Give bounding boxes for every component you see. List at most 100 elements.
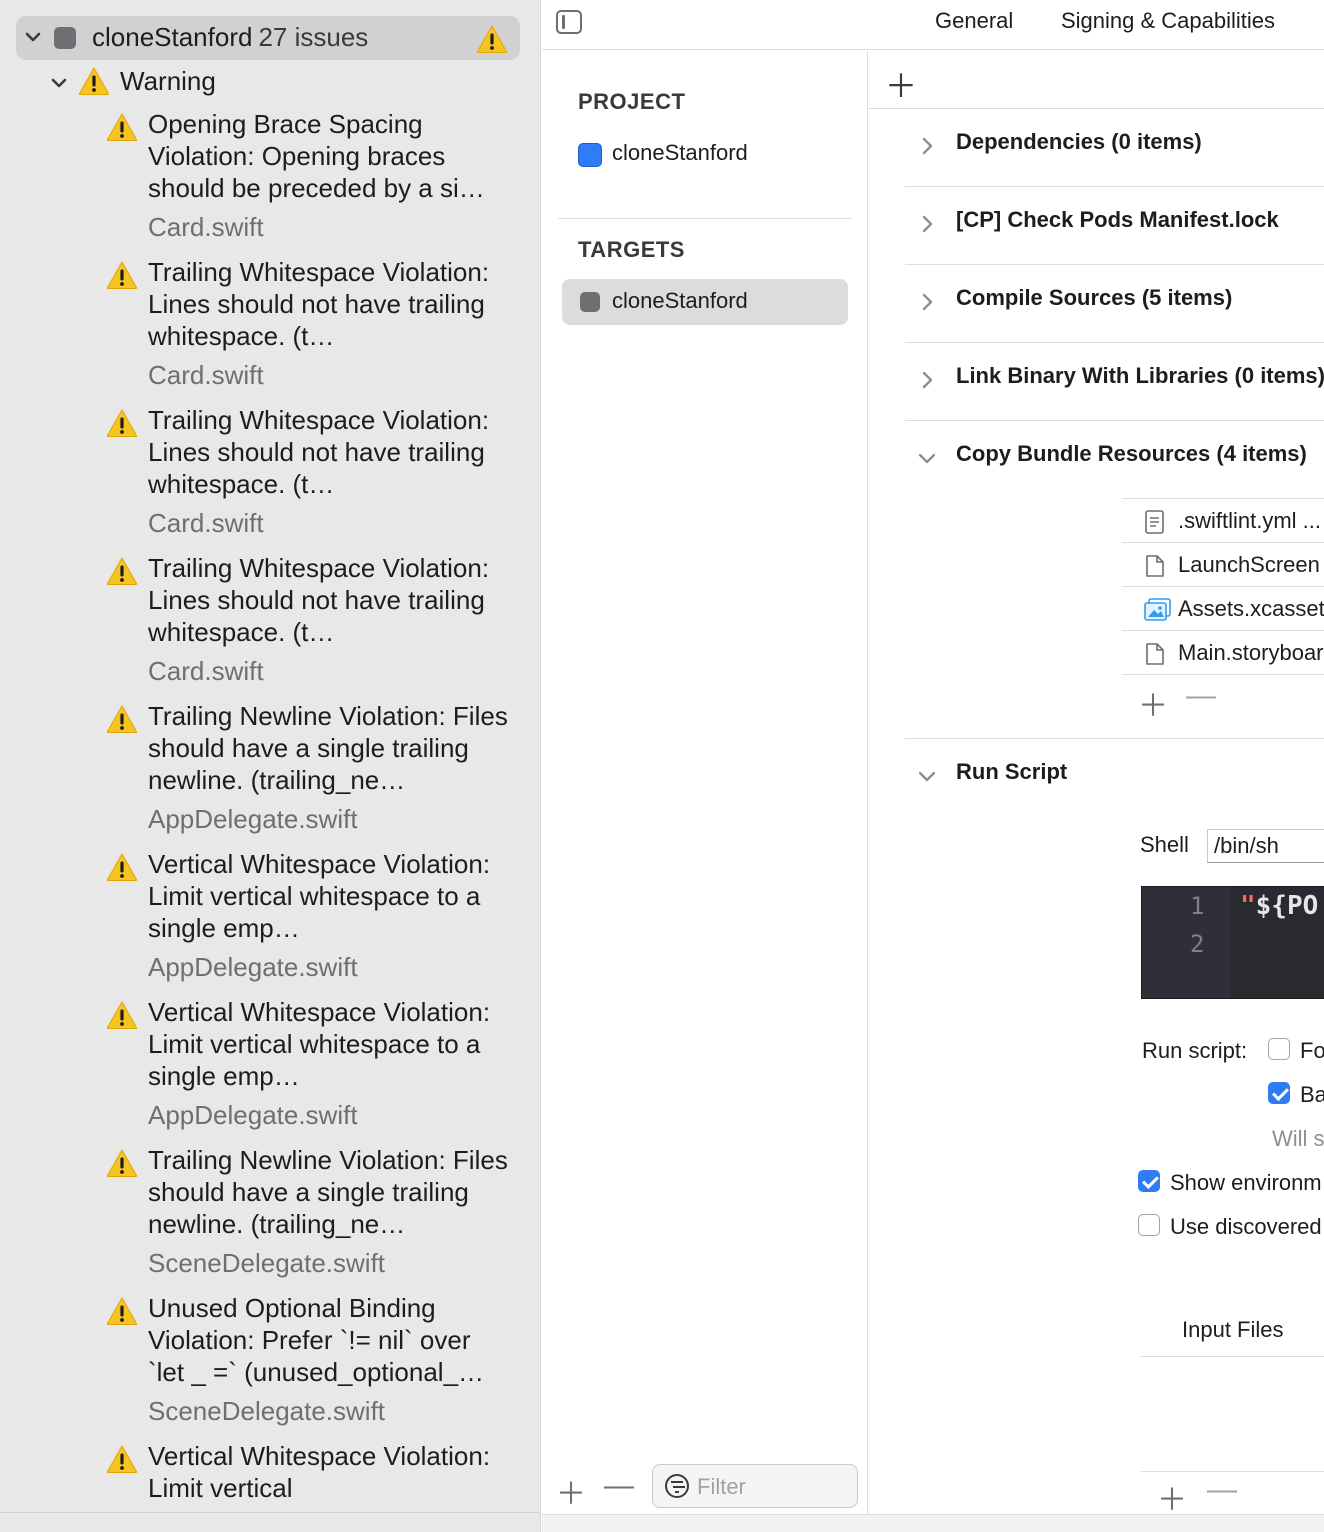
app-target-icon <box>580 292 600 312</box>
targets-section-header: TARGETS <box>578 237 685 262</box>
warning-icon <box>476 24 508 54</box>
build-phase-row[interactable]: [CP] Check Pods Manifest.lock <box>905 187 1324 265</box>
issue-file: Card.swift <box>148 360 264 390</box>
issue-group-warning[interactable]: Warning <box>0 60 540 106</box>
phase-title: Run Script <box>956 759 1068 784</box>
line-number-gutter <box>1142 887 1230 998</box>
warning-icon <box>106 112 138 142</box>
sidebar-toggle-icon[interactable] <box>556 10 582 34</box>
issue-file: SceneDelegate.swift <box>148 1396 386 1426</box>
chevron-down-icon[interactable] <box>919 765 935 787</box>
issue-navigator: cloneStanford 27 issues Warning Opening B… <box>0 0 541 1532</box>
issue-project-row[interactable]: cloneStanford 27 issues <box>16 16 520 60</box>
chevron-right-icon[interactable] <box>919 213 935 235</box>
input-files-header: Input Files <box>1182 1317 1284 1342</box>
issue-row[interactable]: Opening Brace Spacing Violation: Opening… <box>0 108 540 256</box>
project-list-footer: ＋ — Filter <box>542 1459 868 1514</box>
remove-resource-button[interactable]: — <box>1186 679 1216 713</box>
script-editor[interactable]: 1 2 "${PO <box>1141 886 1324 999</box>
remove-target-button[interactable]: — <box>604 1469 634 1503</box>
project-item[interactable]: cloneStanford <box>562 131 848 177</box>
issue-row[interactable]: Trailing Whitespace Violation: Lines sho… <box>0 256 540 404</box>
warning-icon <box>106 260 138 290</box>
issue-row[interactable]: Trailing Whitespace Violation: Lines sho… <box>0 404 540 552</box>
issue-file: AppDelegate.swift <box>148 952 358 982</box>
warning-icon <box>106 1444 138 1474</box>
issue-message: Trailing Whitespace Violation: Lines sho… <box>148 553 490 647</box>
run-script-option-1-label: Fo <box>1300 1038 1324 1063</box>
line-number: 2 <box>1190 930 1205 958</box>
project-item-label: cloneStanford <box>612 140 748 165</box>
resource-name: LaunchScreen <box>1178 552 1320 577</box>
run-script-option-2-label: Ba <box>1300 1082 1324 1107</box>
chevron-down-icon[interactable] <box>50 72 68 94</box>
resource-row[interactable]: Main.storyboard <box>1122 630 1324 674</box>
issue-message: Unused Optional Binding Violation: Prefe… <box>148 1293 485 1387</box>
run-script-option-2-checkbox[interactable] <box>1268 1082 1290 1104</box>
chevron-right-icon[interactable] <box>919 291 935 313</box>
issue-file: Card.swift <box>148 656 264 686</box>
resource-row[interactable]: Assets.xcassets <box>1122 586 1324 630</box>
resource-name: .swiftlint.yml ... <box>1178 508 1322 533</box>
issue-row[interactable]: Trailing Newline Violation: Files should… <box>0 1144 540 1292</box>
issue-row[interactable]: Trailing Whitespace Violation: Lines sho… <box>0 552 540 700</box>
resource-row[interactable]: .swiftlint.yml ... <box>1122 498 1324 542</box>
issue-file: Card.swift <box>148 508 264 538</box>
add-target-button[interactable]: ＋ <box>556 1469 586 1513</box>
text-file-icon <box>1144 510 1166 539</box>
warning-icon <box>106 1000 138 1030</box>
warning-icon <box>78 66 110 96</box>
filter-icon <box>665 1474 689 1498</box>
status-bar <box>542 1514 1324 1532</box>
build-phase-row[interactable]: Link Binary With Libraries (0 items) <box>905 343 1324 421</box>
tab-signing-capabilities[interactable]: Signing & Capabilities <box>1061 8 1275 34</box>
issue-file: Card.swift <box>148 212 264 242</box>
build-phases-editor: ＋ Dependencies (0 items) [CP] Check Pods … <box>869 51 1324 1514</box>
divider <box>1141 1356 1324 1357</box>
issue-message: Opening Brace Spacing Violation: Opening… <box>148 109 485 203</box>
copy-bundle-resources-table: .swiftlint.yml ... LaunchScreen Assets.xca… <box>1122 498 1324 724</box>
issue-file: SceneDelegate.swift <box>148 1248 386 1278</box>
filter-field[interactable]: Filter <box>652 1464 858 1508</box>
phase-title: Compile Sources (5 items) <box>956 285 1233 310</box>
show-environment-checkbox[interactable] <box>1138 1170 1160 1192</box>
script-code: "${PO <box>1240 891 1319 921</box>
editor-tab-bar: General Signing & Capabilities <box>542 0 1324 50</box>
project-section-header: PROJECT <box>578 89 686 114</box>
add-resource-button[interactable]: ＋ <box>1138 681 1168 725</box>
chevron-right-icon[interactable] <box>919 369 935 391</box>
chevron-down-icon[interactable] <box>24 26 42 48</box>
target-item[interactable]: cloneStanford <box>562 279 848 325</box>
build-phase-row[interactable]: Compile Sources (5 items) <box>905 265 1324 343</box>
issue-project-title: cloneStanford 27 issues <box>92 22 369 52</box>
divider <box>1141 1471 1324 1472</box>
chevron-down-icon[interactable] <box>919 447 935 469</box>
issue-row[interactable]: Unused Optional Binding Violation: Prefe… <box>0 1292 540 1440</box>
run-script-label: Run script: <box>1142 1038 1248 1063</box>
use-discovered-checkbox[interactable] <box>1138 1214 1160 1236</box>
divider <box>558 218 852 219</box>
resource-row[interactable]: LaunchScreen <box>1122 542 1324 586</box>
run-script-hint: Will s <box>1272 1126 1324 1151</box>
build-phase-row[interactable]: Dependencies (0 items) <box>905 109 1324 187</box>
issue-row[interactable]: Vertical Whitespace Violation: Limit ver… <box>0 996 540 1144</box>
document-icon <box>1144 642 1166 671</box>
remove-input-file-button[interactable]: — <box>1207 1473 1237 1507</box>
tab-general[interactable]: General <box>935 8 1013 34</box>
add-build-phase-button[interactable]: ＋ <box>885 61 917 107</box>
phase-run-script[interactable]: Run Script <box>905 739 1324 817</box>
build-phase-row[interactable]: Copy Bundle Resources (4 items) <box>905 421 1324 499</box>
run-script-option-1-checkbox[interactable] <box>1268 1038 1290 1060</box>
issue-file: AppDelegate.swift <box>148 1100 358 1130</box>
warning-icon <box>106 852 138 882</box>
warning-icon <box>106 556 138 586</box>
chevron-right-icon[interactable] <box>919 135 935 157</box>
issue-list: Opening Brace Spacing Violation: Opening… <box>0 108 540 1532</box>
phase-title: Copy Bundle Resources (4 items) <box>956 441 1307 466</box>
issue-row[interactable]: Trailing Newline Violation: Files should… <box>0 700 540 848</box>
issue-message: Vertical Whitespace Violation: Limit ver… <box>148 997 491 1091</box>
add-input-file-button[interactable]: ＋ <box>1157 1475 1187 1514</box>
issue-row[interactable]: Vertical Whitespace Violation: Limit ver… <box>0 848 540 996</box>
issue-navigator-footer <box>0 1512 540 1532</box>
shell-field[interactable]: /bin/sh <box>1207 829 1324 863</box>
